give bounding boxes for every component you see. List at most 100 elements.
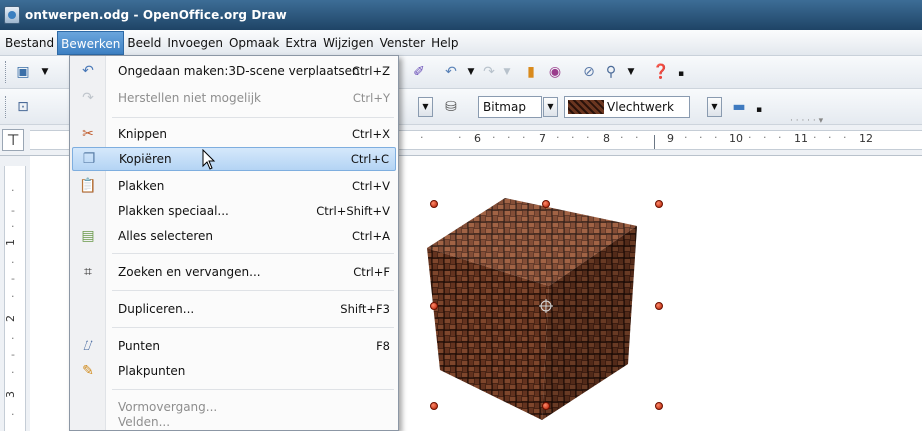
menu-item-label: Herstellen niet mogelijk (118, 91, 261, 105)
tab-type-icon[interactable]: ⊤ (2, 129, 24, 151)
selection-handle-top-right[interactable] (655, 200, 663, 208)
redo-icon: ↷ (82, 90, 94, 106)
gallery-icon[interactable]: ◉ (544, 61, 566, 83)
menu-item-undo[interactable]: ↶ Ongedaan maken:3D-scene verplaatsen Ct… (72, 59, 396, 83)
menu-item-cut[interactable]: ✂ Knippen Ctrl+X (72, 122, 396, 146)
ruler-tick: · (586, 131, 590, 144)
draw-app-icon (4, 6, 20, 24)
ruler-tick: · (556, 131, 560, 144)
bitmap-swatch (568, 100, 604, 114)
shadow-icon[interactable]: ▬ (728, 96, 750, 118)
ruler-tick: · (11, 332, 15, 345)
menu-wijzigen[interactable]: Wijzigen (320, 31, 377, 55)
menu-help[interactable]: Help (428, 31, 461, 55)
ruler-tick: · (458, 131, 462, 144)
ruler-tick: · (635, 131, 639, 144)
menu-invoegen[interactable]: Invoegen (164, 31, 226, 55)
selection-handle-bottom-left[interactable] (430, 402, 438, 410)
new-document-icon[interactable]: ▣ (12, 61, 34, 83)
menu-item-paste-special[interactable]: Plakken speciaal... Ctrl+Shift+V (72, 199, 396, 223)
selection-handle-bottom[interactable] (542, 402, 550, 410)
vertical-ruler-label: 1 (4, 239, 17, 246)
menu-item-points[interactable]: ⌰ Punten F8 (72, 334, 396, 358)
selection-handle-bottom-right[interactable] (655, 402, 663, 410)
chart-icon[interactable]: ▮ (520, 61, 542, 83)
selection-handle-left[interactable] (430, 302, 438, 310)
help-icon[interactable]: ❓ (650, 61, 672, 83)
ruler-tick: · (748, 131, 752, 144)
menu-bewerken[interactable]: Bewerken (57, 30, 125, 55)
ruler-tick: · (714, 131, 718, 144)
ruler-indent-marker[interactable] (654, 135, 655, 149)
navigator-icon[interactable]: ⊘ (578, 61, 600, 83)
toolbar-overflow-icon[interactable]: ▪ (748, 99, 770, 121)
menu-item-label: Punten (118, 339, 160, 353)
zoom-icon[interactable]: ⚲ (600, 61, 622, 83)
menu-venster[interactable]: Venster (377, 31, 429, 55)
glue-points-icon: ✎ (82, 363, 94, 379)
window-title: ontwerpen.odg - OpenOffice.org Draw (25, 8, 287, 22)
toolbar-undo-icon[interactable]: ↶ (440, 61, 462, 83)
menu-item-shortcut: Ctrl+A (352, 229, 390, 243)
clipboard-paste-icon: 📋 (79, 178, 97, 194)
drawing-functions-icon[interactable]: ✐ (408, 61, 430, 83)
menu-item-find-replace[interactable]: ⌗ Zoeken en vervangen... Ctrl+F (72, 260, 396, 284)
ruler-label: 7 (539, 132, 546, 145)
mouse-pointer-icon (202, 149, 216, 170)
ruler-label: 11 (794, 132, 808, 145)
menu-item-paste[interactable]: 📋 Plakken Ctrl+V (72, 174, 396, 198)
ruler-tick: · (778, 131, 782, 144)
menu-item-duplicate[interactable]: Dupliceren... Shift+F3 (72, 297, 396, 321)
ruler-label: 9 (667, 132, 674, 145)
area-fill-dropdown-icon[interactable]: ▼ (707, 97, 722, 117)
menu-item-shortcut: Shift+F3 (340, 302, 390, 316)
ruler-tick: · (507, 131, 511, 144)
edit-menu-dropdown: ↶ Ongedaan maken:3D-scene verplaatsen Ct… (69, 55, 399, 431)
menu-item-copy[interactable]: ❐ Kopiëren Ctrl+C (72, 147, 396, 171)
new-dropdown-icon[interactable]: ▼ (34, 61, 56, 83)
menu-item-glue-points[interactable]: ✎ Plakpunten (72, 359, 396, 383)
ruler-tick: - (11, 204, 15, 217)
ruler-label: 10 (729, 132, 743, 145)
menu-separator (112, 389, 394, 390)
line-width-dropdown-icon[interactable]: ▼ (418, 97, 433, 117)
ruler-tick: · (11, 408, 15, 421)
area-style-dropdown-icon[interactable]: ▼ (543, 97, 558, 117)
menu-beeld[interactable]: Beeld (124, 31, 164, 55)
menu-extra[interactable]: Extra (282, 31, 320, 55)
redo-dropdown-icon: ▼ (503, 67, 511, 77)
selection-handle-top-left[interactable] (430, 200, 438, 208)
selection-handle-top[interactable] (542, 200, 550, 208)
toolbar-overflow-icon[interactable]: ▪ (670, 63, 692, 85)
binoculars-icon: ⌗ (84, 264, 92, 280)
menu-item-label: Knippen (118, 127, 168, 141)
menu-item-label: Kopiëren (119, 152, 172, 166)
area-style-select[interactable]: Bitmap (478, 96, 542, 118)
area-fill-bucket-icon[interactable]: ⛁ (440, 96, 462, 118)
vertical-ruler-label: 3 (4, 391, 17, 398)
ruler-tick: · (11, 366, 15, 379)
selection-handle-right[interactable] (655, 302, 663, 310)
vertical-ruler: · - · 1 · - · 2 · - · 3 · (0, 156, 30, 431)
copy-icon: ❐ (82, 151, 96, 167)
ruler-tick: · (684, 131, 688, 144)
menu-item-redo: ↷ Herstellen niet mogelijk Ctrl+Y (72, 86, 396, 110)
menu-separator (112, 327, 394, 328)
ruler-tick: - (11, 348, 15, 361)
menu-item-shortcut: F8 (376, 339, 390, 353)
menu-opmaak[interactable]: Opmaak (226, 31, 282, 55)
menu-item-fields: Velden... (72, 415, 396, 431)
points-icon: ⌰ (83, 338, 93, 354)
toolbar-grip[interactable] (5, 61, 8, 83)
menu-item-select-all[interactable]: ▤ Alles selecteren Ctrl+A (72, 224, 396, 248)
ruler-tick: · (828, 131, 832, 144)
menu-bestand[interactable]: Bestand (2, 31, 57, 55)
zoom-dropdown-icon[interactable]: ▼ (620, 61, 642, 83)
menu-item-shortcut: Ctrl+X (352, 127, 390, 141)
menu-separator (112, 117, 394, 118)
menu-item-shortcut: Ctrl+F (353, 265, 390, 279)
styles-icon[interactable]: ⊡ (12, 96, 34, 118)
menu-item-shortcut: Ctrl+V (352, 179, 390, 193)
menu-separator (112, 253, 394, 254)
toolbar-grip[interactable] (5, 96, 8, 118)
